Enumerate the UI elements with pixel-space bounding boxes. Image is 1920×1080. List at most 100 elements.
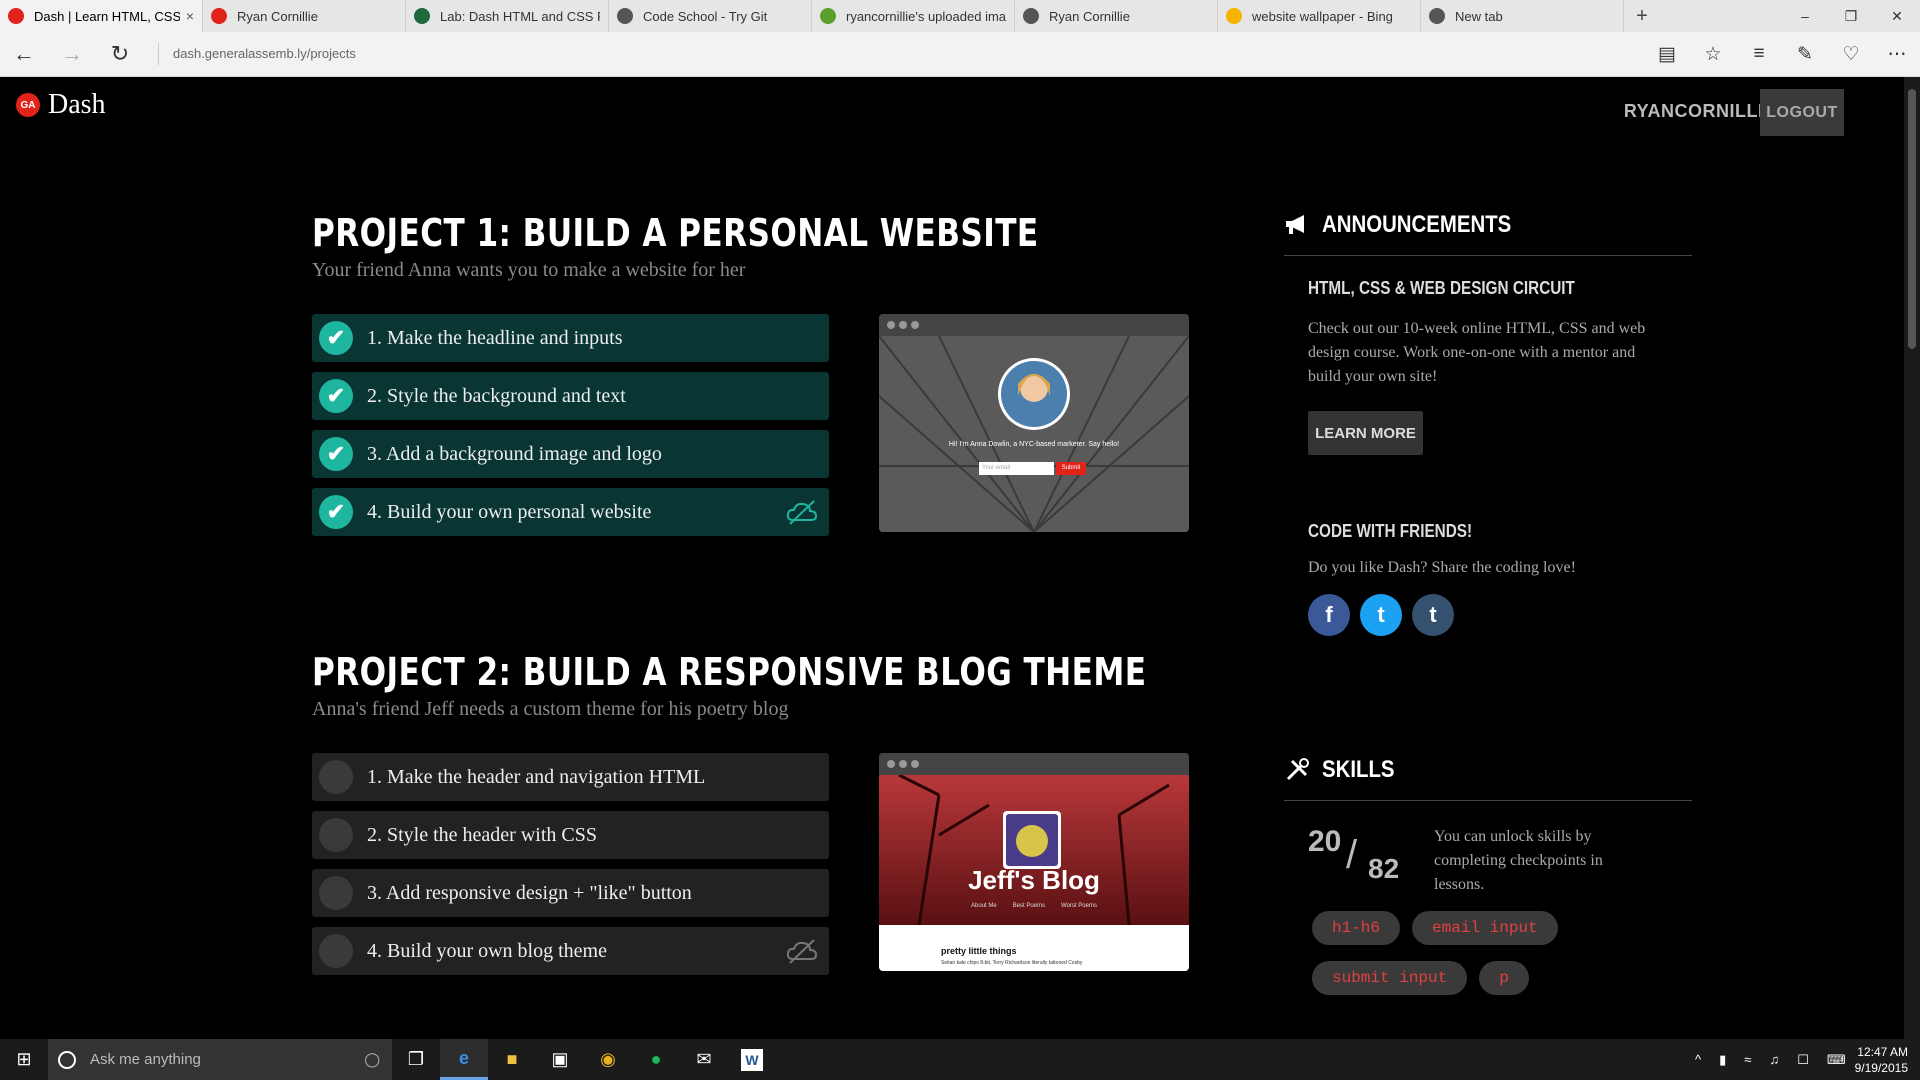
step-label: 2. Style the background and text xyxy=(367,384,626,407)
project-subtitle: Your friend Anna wants you to make a web… xyxy=(312,259,746,281)
blog-nav-item: Worst Poems xyxy=(1061,903,1097,909)
browser-tab[interactable]: Code School - Try Git xyxy=(609,0,812,32)
project-title: PROJECT 1: BUILD A PERSONAL WEBSITE xyxy=(312,211,1039,255)
wifi-icon[interactable]: ≈ xyxy=(1744,1052,1751,1067)
page-icon xyxy=(1429,8,1445,24)
microphone-icon[interactable]: ◯ xyxy=(364,1051,380,1068)
new-tab-icon[interactable]: + xyxy=(1624,0,1660,32)
username-link[interactable]: RYANCORNILLIE xyxy=(1624,101,1776,122)
url-path: /projects xyxy=(306,46,356,61)
browser-tab[interactable]: Lab: Dash HTML and CSS Pr xyxy=(406,0,609,32)
checkpoint-step[interactable]: ✔ 3. Add a background image and logo xyxy=(312,430,829,478)
tab-title: Ryan Cornillie xyxy=(237,8,318,24)
chrome-icon[interactable]: ◉ xyxy=(584,1039,632,1080)
step-label: 2. Style the header with CSS xyxy=(367,823,597,846)
step-label: 3. Add responsive design + "like" button xyxy=(367,881,692,904)
project-title: PROJECT 2: BUILD A RESPONSIVE BLOG THEME xyxy=(312,650,1147,694)
address-bar: ← → ↻ dash.generalassemb.ly/projects ▤ ☆… xyxy=(0,32,1920,77)
mail-icon[interactable]: ✉ xyxy=(680,1039,728,1080)
checkpoint-step[interactable]: ✔ 2. Style the background and text xyxy=(312,372,829,420)
browser-tab[interactable]: Ryan Cornillie xyxy=(1015,0,1218,32)
checkpoint-step[interactable]: ✔ 1. Make the headline and inputs xyxy=(312,314,829,362)
browser-tab[interactable]: website wallpaper - Bing xyxy=(1218,0,1421,32)
close-tab-icon[interactable]: × xyxy=(186,8,194,24)
clock-time: 12:47 AM xyxy=(1857,1044,1908,1059)
forward-icon[interactable]: → xyxy=(48,32,96,77)
bing-icon xyxy=(1226,8,1242,24)
spotify-icon[interactable]: ● xyxy=(632,1039,680,1080)
back-icon[interactable]: ← xyxy=(0,32,48,77)
site-logo[interactable]: GA Dash xyxy=(16,89,106,121)
tools-icon xyxy=(1286,758,1309,781)
logout-button[interactable]: LOGOUT xyxy=(1760,89,1844,136)
skills-unlocked: 20 xyxy=(1308,825,1342,858)
skills-count: 20 / 82 xyxy=(1308,825,1428,895)
page-icon xyxy=(617,8,633,24)
web-note-icon[interactable]: ✎ xyxy=(1782,43,1828,66)
checkpoint-step[interactable]: ✔ 4. Build your own personal website xyxy=(312,488,829,536)
volume-icon[interactable]: ♫ xyxy=(1769,1052,1779,1067)
learn-more-button[interactable]: LEARN MORE xyxy=(1308,411,1423,455)
windows-start-icon[interactable]: ⊞ xyxy=(0,1039,48,1080)
hub-icon[interactable]: ≡ xyxy=(1736,43,1782,65)
keyboard-icon[interactable]: ⌨ xyxy=(1827,1052,1846,1068)
word-icon[interactable]: W xyxy=(741,1048,763,1071)
project-preview[interactable]: Hi! I'm Anna Dowlin, a NYC-based markete… xyxy=(879,314,1189,532)
step-list: ✔ 1. Make the headline and inputs ✔ 2. Styl… xyxy=(312,314,829,546)
checkmark-icon: ✔ xyxy=(319,321,353,355)
browser-tab[interactable]: ryancornillie's uploaded ima xyxy=(812,0,1015,32)
scrollbar-thumb[interactable] xyxy=(1908,89,1916,349)
refresh-icon[interactable]: ↻ xyxy=(96,32,144,77)
reading-view-icon[interactable]: ▤ xyxy=(1644,43,1690,66)
project-2: PROJECT 2: BUILD A RESPONSIVE BLOG THEME… xyxy=(312,650,1189,975)
skill-tag[interactable]: submit input xyxy=(1312,961,1468,995)
cortana-search[interactable]: Ask me anything ◯ xyxy=(48,1039,392,1080)
minimize-icon[interactable]: – xyxy=(1782,0,1828,32)
task-view-icon[interactable]: ❐ xyxy=(392,1039,440,1080)
tab-title: ryancornillie's uploaded ima xyxy=(846,8,1006,24)
url-domain: dash.generalassemb.ly xyxy=(173,46,307,61)
clock-date: 9/19/2015 xyxy=(1854,1060,1908,1075)
checkpoint-step[interactable]: 2. Style the header with CSS xyxy=(312,811,829,859)
preview-submit-button: Submit xyxy=(1056,462,1086,475)
step-label: 1. Make the header and navigation HTML xyxy=(367,765,706,788)
browser-tab[interactable]: Ryan Cornillie xyxy=(203,0,406,32)
skill-tag[interactable]: p xyxy=(1479,961,1529,995)
action-center-icon[interactable]: ☐ xyxy=(1797,1052,1809,1068)
step-list: 1. Make the header and navigation HTML 2.… xyxy=(312,753,829,985)
restore-icon[interactable]: ❐ xyxy=(1828,0,1874,32)
skill-tag[interactable]: email input xyxy=(1412,911,1558,945)
tray-chevron-icon[interactable]: ^ xyxy=(1695,1052,1701,1067)
tumblr-icon[interactable]: t xyxy=(1412,594,1454,636)
close-window-icon[interactable]: ✕ xyxy=(1874,0,1920,32)
browser-tab[interactable]: New tab xyxy=(1421,0,1624,32)
twitter-icon[interactable]: t xyxy=(1360,594,1402,636)
system-clock[interactable]: 12:47 AM 9/19/2015 xyxy=(1855,1044,1908,1076)
checkmark-icon: ✔ xyxy=(319,437,353,471)
sidebar: ANNOUNCEMENTS HTML, CSS & WEB DESIGN CIR… xyxy=(1284,211,1692,1011)
ga-logo-icon: GA xyxy=(16,93,40,117)
battery-icon[interactable]: ▮ xyxy=(1719,1052,1726,1068)
browser-tab[interactable]: Dash | Learn HTML, CSS × xyxy=(0,0,203,32)
preview-window-bar xyxy=(879,753,1189,775)
checkpoint-step[interactable]: 3. Add responsive design + "like" button xyxy=(312,869,829,917)
page-content: GA Dash RYANCORNILLIE LOGOUT PROJECT 1: … xyxy=(0,77,1904,1039)
checkpoint-step[interactable]: 4. Build your own blog theme xyxy=(312,927,829,975)
more-icon[interactable]: ⋯ xyxy=(1874,43,1920,66)
facebook-icon[interactable]: f xyxy=(1308,594,1350,636)
store-icon[interactable]: ▣ xyxy=(536,1039,584,1080)
cloud-disabled-icon xyxy=(786,939,818,964)
edge-icon[interactable]: e xyxy=(440,1039,488,1080)
blog-nav-item: Best Poems xyxy=(1012,903,1046,909)
announcements-heading: ANNOUNCEMENTS xyxy=(1284,211,1692,256)
system-tray: ^ ▮ ≈ ♫ ☐ ⌨ 12:47 AM 9/19/2015 xyxy=(1686,1044,1920,1076)
checkpoint-step[interactable]: 1. Make the header and navigation HTML xyxy=(312,753,829,801)
megaphone-icon xyxy=(1286,215,1304,234)
file-explorer-icon[interactable]: ■ xyxy=(488,1039,536,1080)
page-scrollbar[interactable] xyxy=(1904,77,1920,1039)
url-field[interactable]: dash.generalassemb.ly/projects xyxy=(158,43,356,65)
skill-tag[interactable]: h1-h6 xyxy=(1312,911,1401,945)
share-icon[interactable]: ♡ xyxy=(1828,43,1874,66)
favorite-star-icon[interactable]: ☆ xyxy=(1690,43,1736,66)
project-preview[interactable]: Jeff's Blog About Me Best Poems Worst Poem… xyxy=(879,753,1189,971)
